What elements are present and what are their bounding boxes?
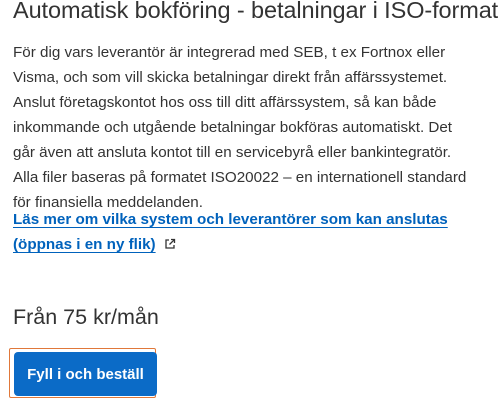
read-more-second-row: (öppnas i en ny flik) bbox=[13, 232, 483, 257]
product-description: För dig vars leverantör är integrerad me… bbox=[13, 40, 483, 215]
price-label: Från 75 kr/mån bbox=[13, 305, 159, 329]
description-line: går även att ansluta kontot till en serv… bbox=[13, 144, 452, 161]
description-line: För dig vars leverantör är integrerad me… bbox=[13, 44, 446, 61]
read-more-link-continued[interactable]: (öppnas i en ny flik) bbox=[13, 236, 156, 253]
product-title: Automatisk bokföring - betalningar i ISO… bbox=[13, 0, 499, 23]
read-more-line: (öppnas i en ny flik) bbox=[13, 236, 156, 253]
read-more-container: Läs mer om vilka system och leverantörer… bbox=[13, 207, 483, 257]
order-button[interactable]: Fyll i och beställ bbox=[14, 352, 157, 396]
external-link-icon bbox=[164, 238, 175, 249]
read-more-line: Läs mer om vilka system och leverantörer… bbox=[13, 211, 448, 228]
read-more-link[interactable]: Läs mer om vilka system och leverantörer… bbox=[13, 207, 483, 232]
description-line: Anslut företagskontot hos oss till ditt … bbox=[13, 94, 437, 111]
description-line: Alla filer baseras på formatet ISO20022 … bbox=[13, 169, 467, 186]
description-line: inkommande och utgående betalningar bokf… bbox=[13, 119, 453, 136]
description-line: Visma, och som vill skicka betalningar d… bbox=[13, 69, 448, 86]
